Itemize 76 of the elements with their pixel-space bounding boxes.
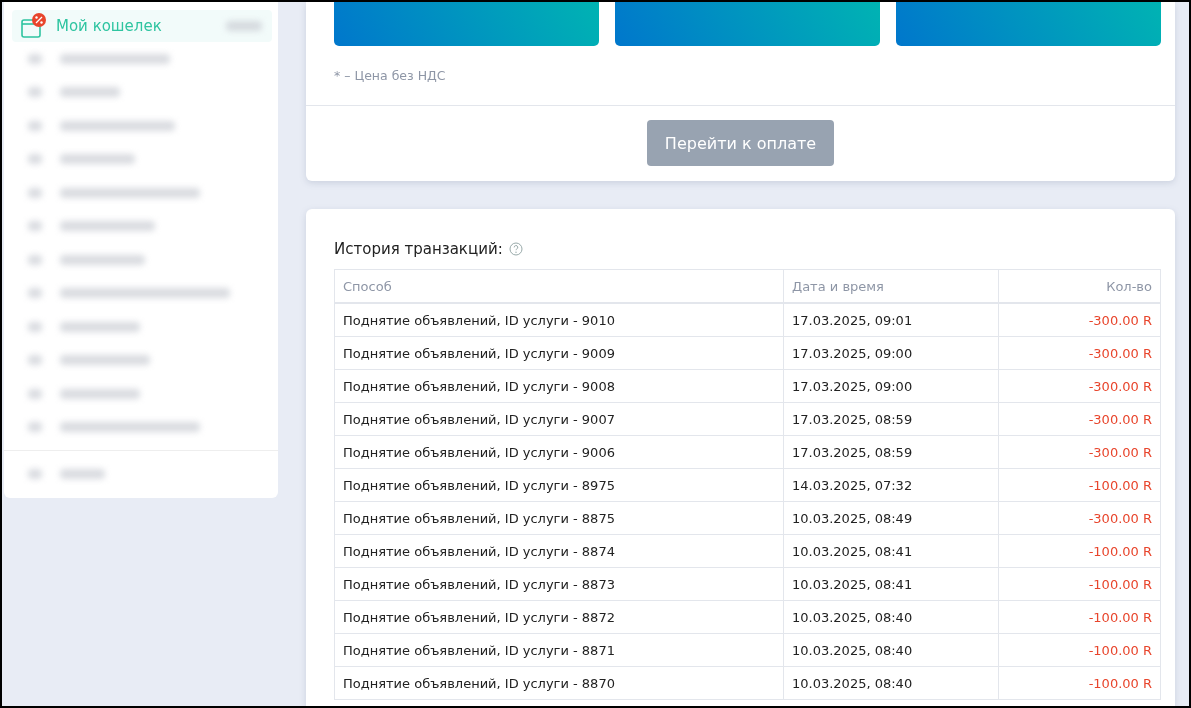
table-cell: 10.03.2025, 08:41 [783, 567, 999, 601]
table-cell: Поднятие объявлений, ID услуги - 8870 [334, 666, 784, 700]
sidebar-label: Мой кошелек [56, 17, 162, 35]
blurred-menu-label[interactable] [60, 321, 140, 332]
amount-cell: -100.00 R [998, 567, 1161, 601]
table-cell: 17.03.2025, 08:59 [783, 402, 999, 436]
table-cell: 17.03.2025, 09:00 [783, 336, 999, 370]
table-cell: Поднятие объявлений, ID услуги - 8872 [334, 600, 784, 634]
amount-cell: -100.00 R [998, 468, 1161, 502]
amount-cell: -100.00 R [998, 600, 1161, 634]
blurred-menu-label[interactable] [60, 154, 135, 165]
table-cell: Поднятие объявлений, ID услуги - 8975 [334, 468, 784, 502]
amount-cell: -100.00 R [998, 534, 1161, 568]
wallet-icon [20, 12, 48, 40]
amount-cell: -300.00 R [998, 336, 1161, 370]
table-cell: Поднятие объявлений, ID услуги - 9009 [334, 336, 784, 370]
table-cell: 17.03.2025, 08:59 [783, 435, 999, 469]
blurred-icon [28, 422, 42, 433]
table-cell: Поднятие объявлений, ID услуги - 9007 [334, 402, 784, 436]
blurred-menu-label[interactable] [60, 53, 170, 64]
blurred-menu-label[interactable] [60, 187, 200, 198]
blurred-menu-label[interactable] [60, 468, 105, 479]
sidebar-item[interactable]: Мой кошелек [12, 10, 272, 42]
amount-cell: -300.00 R [998, 303, 1161, 337]
column-header: Способ [334, 269, 784, 303]
blurred-icon [28, 87, 42, 98]
table-cell: Поднятие объявлений, ID услуги - 8874 [334, 534, 784, 568]
blurred-icon [28, 254, 42, 265]
column-header: Кол-во [998, 269, 1161, 303]
amount-cell: -100.00 R [998, 633, 1161, 667]
blurred-menu-label[interactable] [60, 254, 145, 265]
price-card[interactable] [896, 2, 1161, 46]
blurred-icon [28, 187, 42, 198]
blurred-icon [28, 288, 42, 299]
table-cell: Поднятие объявлений, ID услуги - 8875 [334, 501, 784, 535]
blurred-menu-label[interactable] [60, 355, 150, 366]
table-cell: 14.03.2025, 07:32 [783, 468, 999, 502]
blurred-icon [28, 321, 42, 332]
section-title: История транзакций: [334, 240, 503, 258]
table-cell: Поднятие объявлений, ID услуги - 9006 [334, 435, 784, 469]
blurred-menu-label[interactable] [60, 120, 175, 131]
blurred-menu-label[interactable] [60, 87, 120, 98]
price-card[interactable] [615, 2, 880, 46]
amount-cell: -300.00 R [998, 369, 1161, 403]
amount-cell: -300.00 R [998, 435, 1161, 469]
blurred-badge [226, 21, 262, 31]
table-cell: Поднятие объявлений, ID услуги - 8871 [334, 633, 784, 667]
blurred-menu-label[interactable] [60, 288, 230, 299]
table-cell: 10.03.2025, 08:40 [783, 633, 999, 667]
table-cell: 17.03.2025, 09:01 [783, 303, 999, 337]
blurred-icon [28, 120, 42, 131]
blurred-icon [28, 388, 42, 399]
table-cell: 10.03.2025, 08:49 [783, 501, 999, 535]
table-cell: Поднятие объявлений, ID услуги - 9010 [334, 303, 784, 337]
blurred-icon [28, 355, 42, 366]
table-cell: 10.03.2025, 08:40 [783, 600, 999, 634]
amount-cell: -300.00 R [998, 501, 1161, 535]
blurred-menu-label[interactable] [60, 221, 155, 232]
blurred-icon [28, 53, 42, 64]
blurred-icon [28, 154, 42, 165]
amount-cell: -300.00 R [998, 402, 1161, 436]
amount-cell: -100.00 R [998, 666, 1161, 700]
price-card[interactable] [334, 2, 599, 46]
help-icon[interactable] [508, 242, 523, 256]
table-cell: Поднятие объявлений, ID услуги - 8873 [334, 567, 784, 601]
blurred-menu-label[interactable] [60, 388, 140, 399]
blurred-icon [28, 221, 42, 232]
table-cell: 17.03.2025, 09:00 [783, 369, 999, 403]
table-cell: Поднятие объявлений, ID услуги - 9008 [334, 369, 784, 403]
pay-button[interactable]: Перейти к оплате [647, 120, 834, 166]
table-cell: 10.03.2025, 08:40 [783, 666, 999, 700]
blurred-icon [28, 468, 42, 479]
column-header: Дата и время [783, 269, 999, 303]
table-cell: 10.03.2025, 08:41 [783, 534, 999, 568]
blurred-menu-label[interactable] [60, 422, 200, 433]
price-note: * – Цена без НДС [334, 68, 447, 83]
